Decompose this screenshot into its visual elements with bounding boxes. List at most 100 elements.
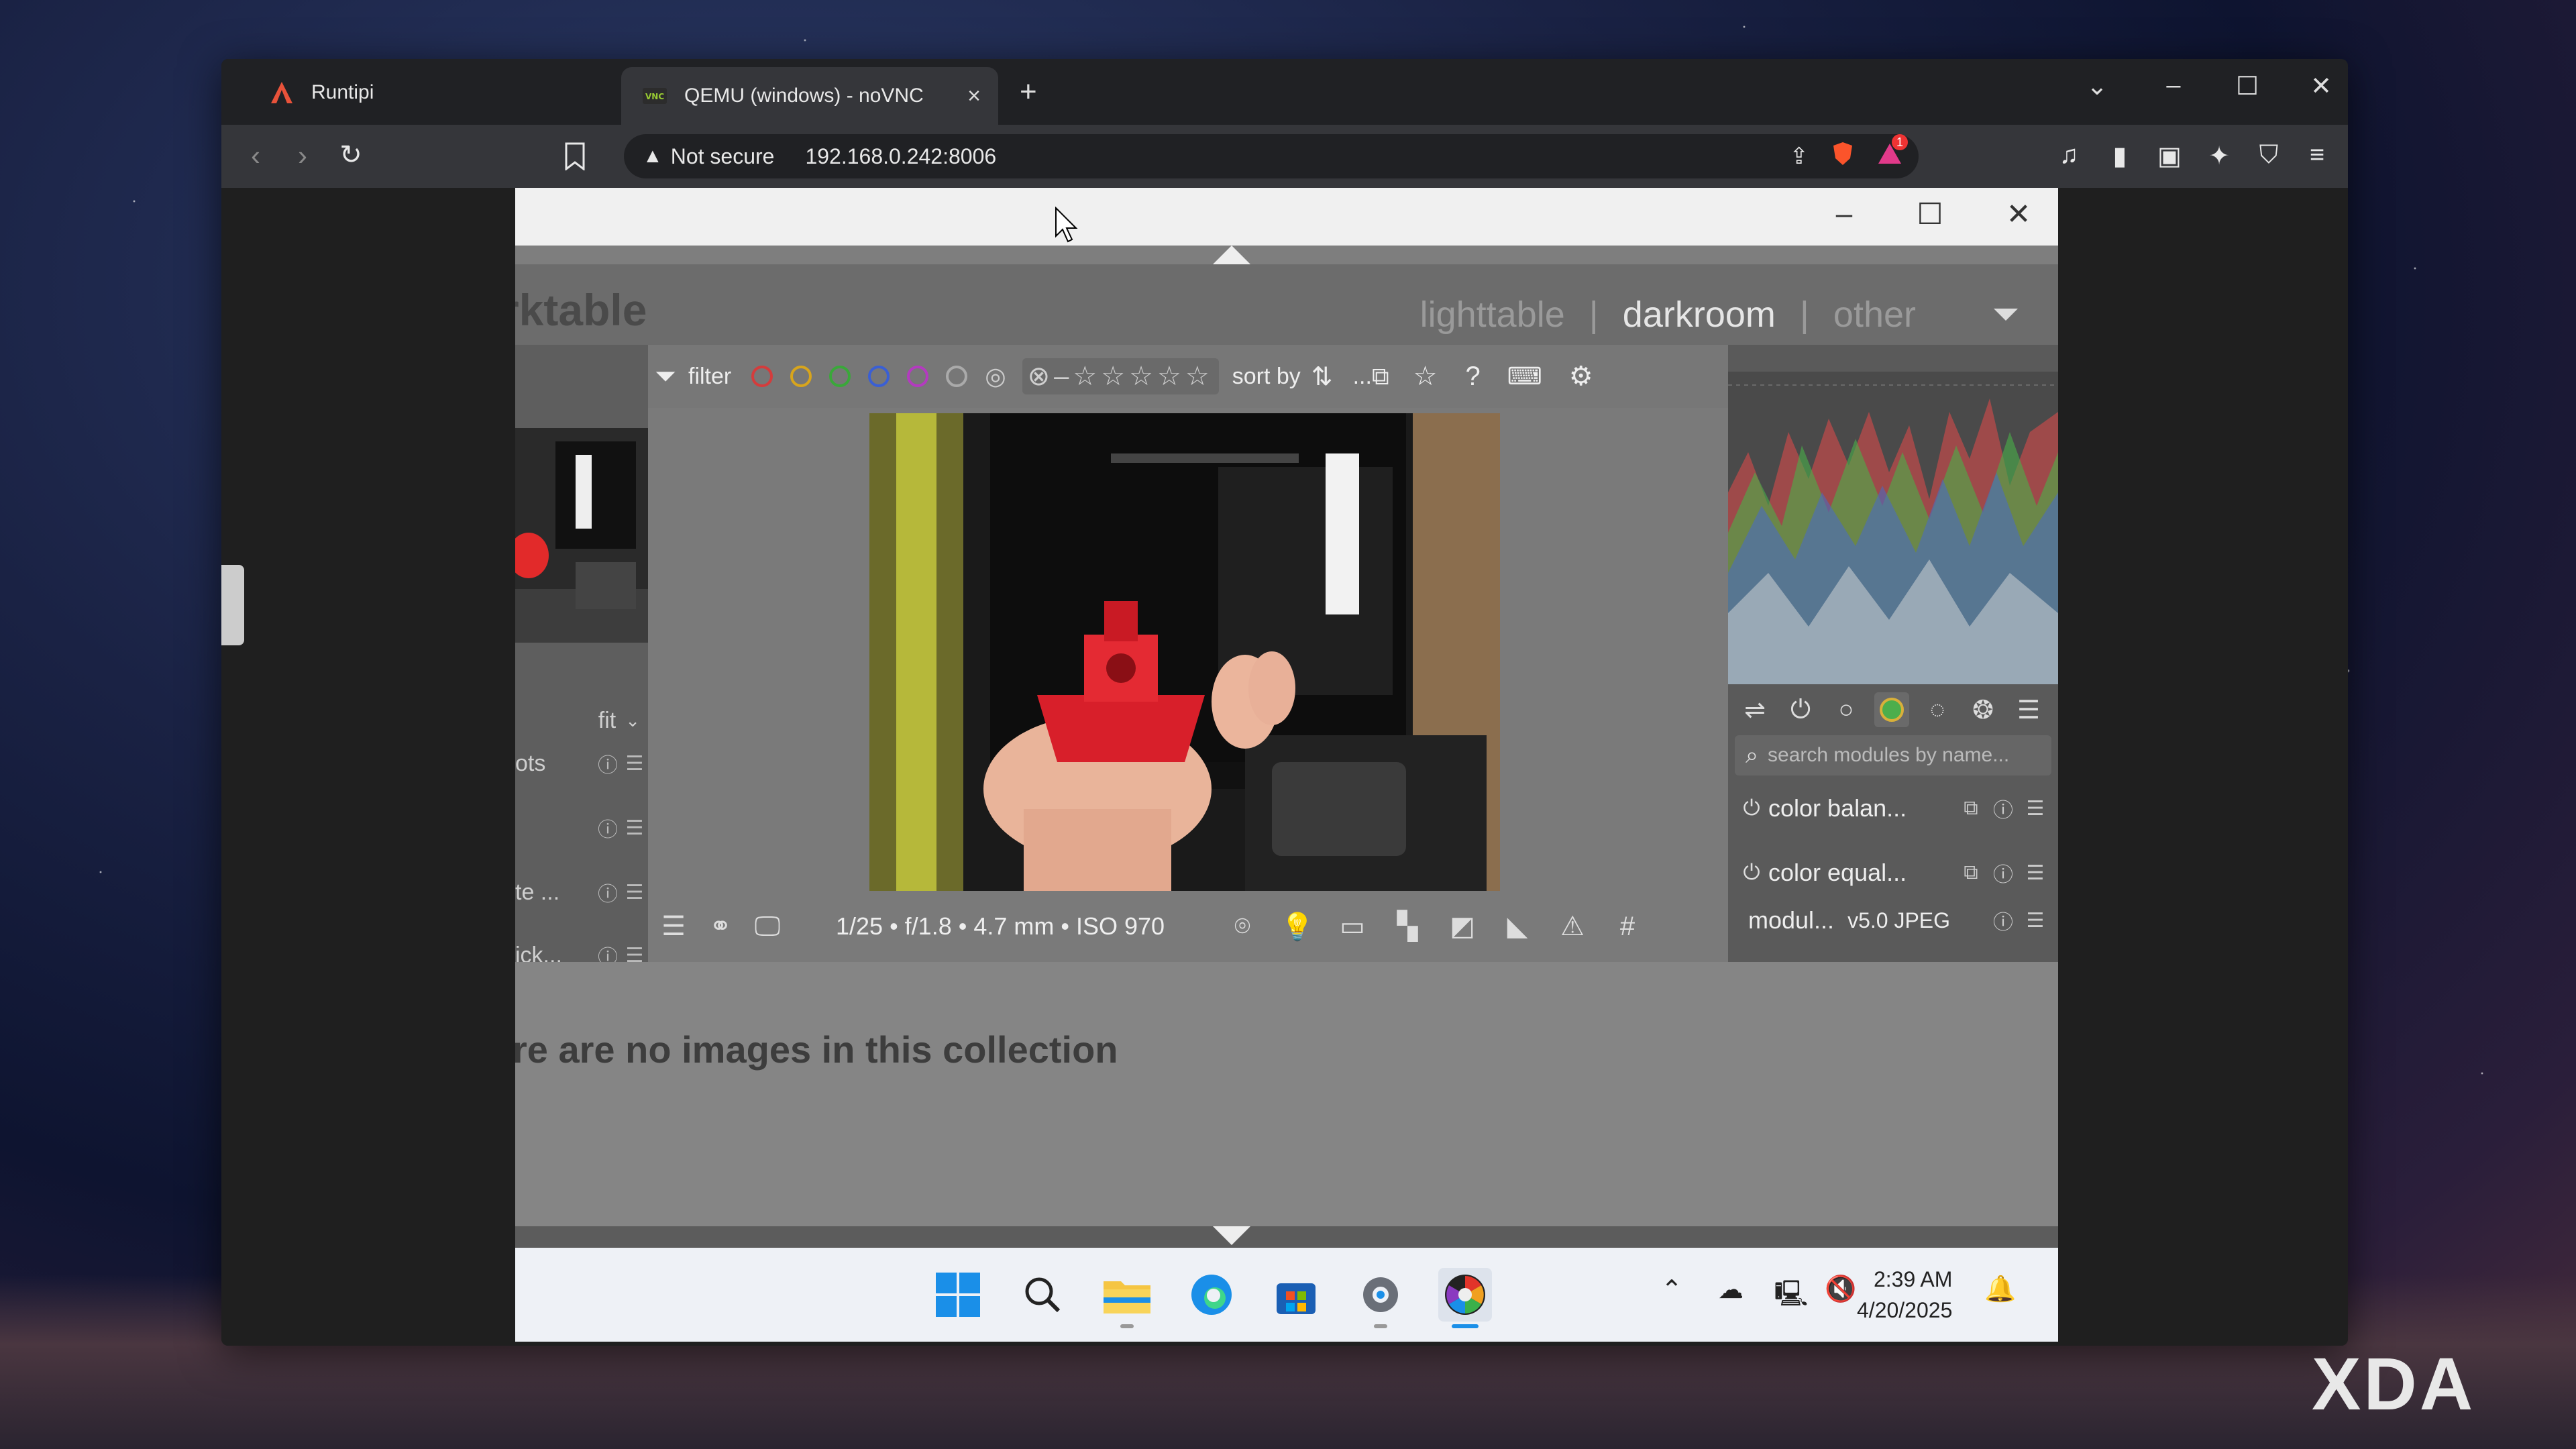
sort-order-icon[interactable]: ⇅ [1311, 362, 1333, 392]
info-icon[interactable]: ⓘ [594, 877, 621, 907]
hamburger-icon[interactable]: ☰ [621, 816, 648, 840]
star-icon[interactable]: ☆ [1157, 362, 1181, 391]
vm-close-icon[interactable]: ✕ [1995, 197, 2042, 231]
chevron-up-icon[interactable]: ⌃ [1652, 1275, 1692, 1305]
raw-overexposed-icon[interactable]: ▭ [1334, 908, 1371, 945]
url-text[interactable]: 192.168.0.242:8006 [805, 144, 996, 169]
presets-icon[interactable]: ☰ [2019, 861, 2051, 885]
module-presets-row[interactable]: modul... v5.0 JPEG ⓘ ☰ [1735, 899, 2051, 942]
vm-minimize-icon[interactable]: – [1821, 197, 1868, 231]
module-color-equalizer[interactable]: ⏻ color equal... ⧉ ⓘ ☰ [1735, 847, 2051, 899]
star-icon[interactable]: ☆ [1129, 362, 1153, 391]
styles-icon[interactable]: ⚭ [702, 908, 739, 945]
zoom-select[interactable]: fit ⌄ [515, 700, 648, 741]
second-window-icon[interactable]: 🖵 [749, 908, 786, 945]
minimize-icon[interactable]: – [2153, 71, 2194, 100]
multi-instance-icon[interactable]: ⧉ [1955, 861, 1987, 884]
leo-ai-icon[interactable]: ✦ [2203, 141, 2235, 173]
active-modules-power-icon[interactable]: ⏻ [1783, 692, 1818, 727]
reset-icon[interactable]: ⓘ [1987, 906, 2019, 935]
tab-runtipi[interactable]: Runtipi [248, 66, 597, 119]
info-icon[interactable]: ⓘ [594, 813, 621, 843]
view-dropdown-icon[interactable] [1994, 309, 2018, 321]
close-tab-icon[interactable]: × [961, 83, 987, 109]
url-field[interactable]: ▲ Not secure 192.168.0.242:8006 ⇪ 1 [624, 134, 1919, 178]
help-icon[interactable]: ? [1466, 362, 1481, 392]
module-color-balance[interactable]: ⏻ color balan... ⧉ ⓘ ☰ [1735, 782, 2051, 835]
view-lighttable[interactable]: lighttable [1420, 294, 1565, 335]
info-icon[interactable]: ⓘ [594, 749, 621, 778]
vpn-icon[interactable]: ⛉ [2253, 141, 2285, 173]
vm-window-titlebar[interactable]: – ☐ ✕ [515, 188, 2058, 246]
multi-instance-icon[interactable]: ⧉ [1955, 797, 1987, 820]
settings-gear-icon[interactable] [1354, 1268, 1407, 1328]
module-power-icon[interactable]: ⏻ [1735, 796, 1768, 821]
list-icon[interactable]: ☰ [655, 908, 692, 945]
reset-icon[interactable]: ⓘ [1987, 858, 2019, 888]
edge-browser-icon[interactable] [1185, 1268, 1238, 1322]
security-label[interactable]: Not secure [671, 144, 775, 169]
media-icon[interactable]: ♫ [2053, 141, 2085, 173]
reject-icon[interactable]: ⊗ [1028, 362, 1051, 391]
module-search-field[interactable]: ⌕ search modules by name... [1735, 735, 2051, 775]
search-icon[interactable] [1016, 1268, 1069, 1322]
onedrive-offline-icon[interactable]: ☁ [1711, 1275, 1751, 1305]
forward-arrow-icon[interactable]: › [286, 140, 319, 172]
rating-range-icon[interactable]: – [1054, 362, 1069, 391]
start-menu-icon[interactable] [931, 1268, 985, 1322]
star-favorite-icon[interactable]: ☆ [1413, 361, 1438, 392]
focus-peaking-icon[interactable]: ⌾ [1224, 908, 1261, 945]
star-icon[interactable]: ☆ [1101, 362, 1125, 391]
histogram[interactable] [1728, 372, 2058, 684]
yellow-label-icon[interactable] [790, 366, 812, 387]
collapse-bottom-panel-icon[interactable] [1213, 1226, 1250, 1245]
view-darkroom[interactable]: darkroom [1623, 294, 1776, 335]
file-explorer-icon[interactable] [1100, 1268, 1154, 1328]
notification-bell-icon[interactable]: 🔔 [1980, 1275, 2021, 1304]
keyboard-icon[interactable]: ⌨ [1507, 362, 1542, 390]
network-icon[interactable]: 🖳 [1771, 1275, 1811, 1318]
darktable-app-icon[interactable] [1438, 1268, 1492, 1328]
share-icon[interactable]: ⇪ [1790, 143, 1809, 170]
quick-access-icon[interactable]: ⇌ [1737, 692, 1772, 727]
gray-label-icon[interactable] [946, 366, 968, 387]
wallet-icon[interactable]: ▣ [2153, 141, 2186, 173]
color-modules-icon[interactable] [1874, 692, 1909, 727]
warning-triangle-icon[interactable]: ⚠ [1554, 908, 1591, 945]
star-icon[interactable]: ☆ [1185, 362, 1210, 391]
main-image-preview[interactable] [869, 413, 1500, 891]
reset-icon[interactable]: ⓘ [1987, 794, 2019, 823]
filter-funnel-icon[interactable]: ⏷ [655, 362, 676, 392]
settings-gear-icon[interactable]: ⚙ [1569, 361, 1593, 392]
presets-icon[interactable]: ☰ [2019, 797, 2051, 820]
left-module-row[interactable]: ⓘ ☰ [515, 808, 648, 848]
hamburger-icon[interactable]: ☰ [621, 881, 648, 904]
left-module-row[interactable]: te ... ⓘ ☰ [515, 872, 648, 912]
guides-grid-icon[interactable]: # [1609, 908, 1646, 945]
close-window-icon[interactable]: ✕ [2301, 71, 2341, 101]
brave-rewards-icon[interactable]: 1 [1877, 134, 1908, 170]
vm-maximize-icon[interactable]: ☐ [1907, 197, 1953, 231]
system-clock[interactable]: 2:39 AM 4/20/2025 [1857, 1264, 1952, 1326]
new-tab-button[interactable]: + [1020, 75, 1037, 109]
bookmark-icon[interactable] [564, 142, 586, 170]
iso12646-icon[interactable]: 💡 [1279, 908, 1316, 945]
collapse-top-panel-icon[interactable] [1213, 246, 1250, 264]
purple-label-icon[interactable] [907, 366, 929, 387]
microsoft-store-icon[interactable] [1269, 1268, 1323, 1322]
presets-menu-icon[interactable]: ☰ [2011, 692, 2046, 727]
maximize-icon[interactable]: ☐ [2227, 71, 2267, 101]
chevron-down-icon[interactable]: ⌄ [2077, 71, 2117, 101]
gamut-check-icon[interactable]: ◣ [1499, 908, 1536, 945]
novnc-sidebar-handle[interactable] [221, 565, 244, 645]
tab-qemu-novnc[interactable]: VNC QEMU (windows) - noVNC × [621, 67, 998, 125]
label-operator-icon[interactable]: ◎ [985, 362, 1006, 390]
grouping-icon[interactable]: ⧉ [1372, 362, 1389, 391]
green-label-icon[interactable] [829, 366, 851, 387]
module-power-icon[interactable]: ⏻ [1735, 860, 1768, 885]
softproof-icon[interactable]: ▚ [1389, 908, 1426, 945]
correct-modules-icon[interactable]: ◌ [1920, 692, 1955, 727]
left-module-row[interactable]: ots ⓘ ☰ [515, 743, 648, 784]
navigation-thumbnail[interactable] [515, 428, 648, 643]
presets-icon[interactable]: ☰ [2019, 909, 2051, 932]
